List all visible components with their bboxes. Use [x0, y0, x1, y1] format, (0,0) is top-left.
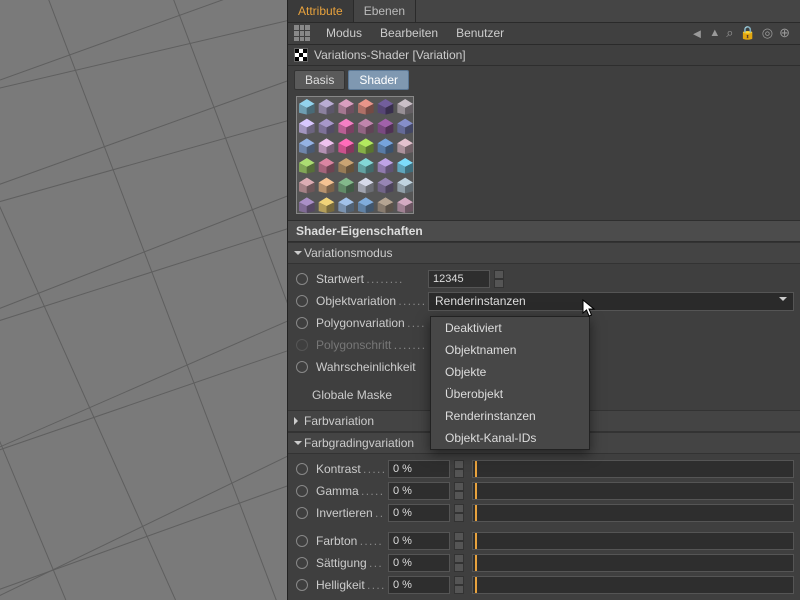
section-shader-props: Shader-Eigenschaften [288, 220, 800, 242]
subtabs: Basis Shader [288, 66, 800, 96]
menubar: Modus Bearbeiten Benutzer ◄ ▲ ⌕ 🔒 ◎ ⊕ [288, 23, 800, 46]
spinner-saettigung[interactable] [454, 554, 464, 572]
lock-icon[interactable]: 🔒 [740, 25, 756, 41]
slider-saettigung[interactable] [472, 554, 794, 572]
dropdown-objektvariation[interactable]: Renderinstanzen [428, 292, 794, 311]
slider-invertieren[interactable] [472, 504, 794, 522]
dropdown-option[interactable]: Deaktiviert [431, 317, 589, 339]
dropdown-option[interactable]: Objekte [431, 361, 589, 383]
label-farbton: Farbton [316, 534, 384, 548]
field-gamma[interactable]: 0 % [388, 482, 450, 500]
label-polygonvariation: Polygonvariation [316, 316, 424, 330]
group-variationsmodus[interactable]: Variationsmodus [288, 242, 800, 264]
menu-modus[interactable]: Modus [318, 26, 370, 40]
radio-invertieren[interactable] [296, 507, 308, 519]
panel-tabs: Attribute Ebenen [288, 0, 800, 23]
mode-grid-icon[interactable] [294, 25, 310, 41]
shader-preview[interactable] [296, 96, 414, 214]
dropdown-option[interactable]: Überobjekt [431, 383, 589, 405]
subtab-shader[interactable]: Shader [348, 70, 409, 90]
field-invertieren[interactable]: 0 % [388, 504, 450, 522]
radio-farbton[interactable] [296, 535, 308, 547]
spinner-gamma[interactable] [454, 482, 464, 500]
radio-objektvariation[interactable] [296, 295, 308, 307]
field-saettigung[interactable]: 0 % [388, 554, 450, 572]
nav-up-icon[interactable]: ▲ [709, 27, 720, 39]
spinner-startwert[interactable] [494, 270, 504, 288]
object-title: Variations-Shader [Variation] [314, 48, 466, 62]
label-saettigung: Sättigung [316, 556, 384, 570]
target-icon[interactable]: ◎ [762, 25, 773, 41]
field-startwert[interactable]: 12345 [428, 270, 490, 288]
slider-farbton[interactable] [472, 532, 794, 550]
radio-saettigung[interactable] [296, 557, 308, 569]
object-header: Variations-Shader [Variation] [288, 45, 800, 66]
slider-kontrast[interactable] [472, 460, 794, 478]
slider-helligkeit[interactable] [472, 576, 794, 594]
radio-wahrscheinlichkeit[interactable] [296, 361, 308, 373]
nav-back-icon[interactable]: ◄ [691, 26, 704, 41]
radio-helligkeit[interactable] [296, 579, 308, 591]
subtab-basis[interactable]: Basis [294, 70, 345, 90]
label-invertieren: Invertieren [316, 506, 384, 520]
dropdown-menu-objektvariation[interactable]: DeaktiviertObjektnamenObjekteÜberobjektR… [430, 316, 590, 450]
new-window-icon[interactable]: ⊕ [779, 25, 790, 41]
label-wahrscheinlichkeit: Wahrscheinlichkeit [316, 360, 424, 374]
radio-gamma[interactable] [296, 485, 308, 497]
spinner-farbton[interactable] [454, 532, 464, 550]
label-globale-maske: Globale Maske [292, 388, 398, 402]
radio-startwert[interactable] [296, 273, 308, 285]
slider-gamma[interactable] [472, 482, 794, 500]
label-startwert: Startwert [316, 272, 424, 286]
label-helligkeit: Helligkeit [316, 578, 384, 592]
tab-ebenen[interactable]: Ebenen [354, 0, 416, 22]
radio-polygonvariation[interactable] [296, 317, 308, 329]
dropdown-option[interactable]: Renderinstanzen [431, 405, 589, 427]
dropdown-option[interactable]: Objektnamen [431, 339, 589, 361]
radio-kontrast[interactable] [296, 463, 308, 475]
tab-attribute[interactable]: Attribute [288, 0, 354, 22]
label-objektvariation: Objektvariation [316, 294, 424, 308]
field-farbton[interactable]: 0 % [388, 532, 450, 550]
search-icon[interactable]: ⌕ [726, 25, 733, 41]
label-polygonschritt: Polygonschritt [316, 338, 424, 352]
label-kontrast: Kontrast [316, 462, 384, 476]
spinner-invertieren[interactable] [454, 504, 464, 522]
field-kontrast[interactable]: 0 % [388, 460, 450, 478]
dropdown-option[interactable]: Objekt-Kanal-IDs [431, 427, 589, 449]
shader-checker-icon [294, 48, 308, 62]
spinner-kontrast[interactable] [454, 460, 464, 478]
menu-bearbeiten[interactable]: Bearbeiten [372, 26, 446, 40]
menu-benutzer[interactable]: Benutzer [448, 26, 512, 40]
label-gamma: Gamma [316, 484, 384, 498]
field-helligkeit[interactable]: 0 % [388, 576, 450, 594]
radio-polygonschritt[interactable] [296, 339, 308, 351]
viewport-3d[interactable] [0, 0, 287, 600]
spinner-helligkeit[interactable] [454, 576, 464, 594]
attribute-panel: Attribute Ebenen Modus Bearbeiten Benutz… [287, 0, 800, 600]
